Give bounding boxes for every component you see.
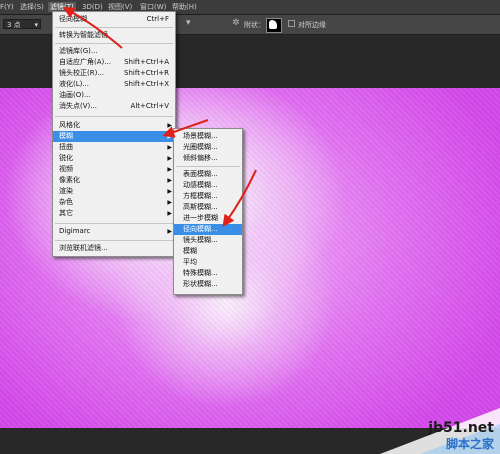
arrow-to-blur-item <box>162 119 209 138</box>
watermark-site: jb51.net <box>428 420 494 436</box>
arrow-to-radial-blur <box>222 169 257 227</box>
watermark-brand: 脚本之家 <box>445 437 494 451</box>
annotation-arrows <box>62 7 257 227</box>
arrow-to-filter-menu <box>62 7 123 49</box>
